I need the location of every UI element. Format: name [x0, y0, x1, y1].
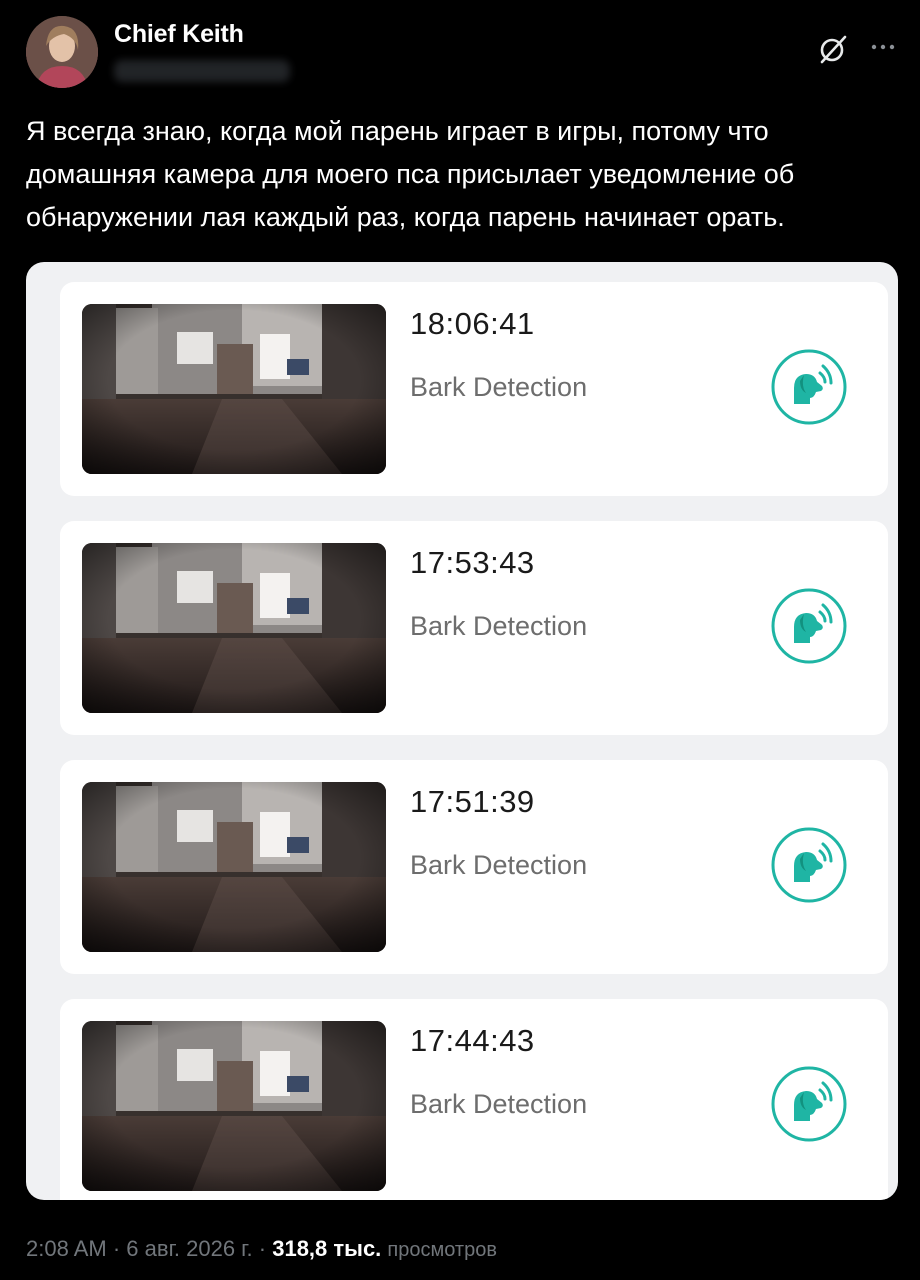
- author-name[interactable]: Chief Keith: [114, 20, 244, 49]
- separator: ·: [258, 1236, 267, 1261]
- dog-barking-icon[interactable]: [770, 826, 848, 904]
- event-label: Bark Detection: [410, 1089, 588, 1119]
- event-label: Bark Detection: [410, 372, 588, 402]
- dog-barking-icon[interactable]: [770, 1065, 848, 1143]
- camera-snapshot[interactable]: [82, 1021, 386, 1191]
- event-time: 17:51:39: [410, 784, 535, 819]
- bark-event-card[interactable]: 17:44:43 Bark Detection: [60, 999, 888, 1200]
- event-label: Bark Detection: [410, 850, 588, 880]
- event-label: Bark Detection: [410, 611, 588, 641]
- post-date[interactable]: 6 авг. 2026 г.: [126, 1236, 252, 1261]
- separator: ·: [112, 1236, 121, 1261]
- bark-event-card[interactable]: 17:51:39 Bark Detection: [60, 760, 888, 974]
- more-dots-icon[interactable]: [866, 35, 900, 59]
- event-time: 17:53:43: [410, 545, 535, 580]
- bark-event-card[interactable]: 18:06:41 Bark Detection: [60, 282, 888, 496]
- post-meta: 2:08 AM · 6 авг. 2026 г. · 318,8 тыс. пр…: [26, 1236, 497, 1262]
- camera-snapshot[interactable]: [82, 304, 386, 474]
- dog-barking-icon[interactable]: [770, 348, 848, 426]
- media-image[interactable]: 18:06:41 Bark Detection 17:53:43 Bark De…: [26, 262, 898, 1200]
- event-time: 18:06:41: [410, 306, 535, 341]
- views-label: просмотров: [387, 1239, 497, 1261]
- post-time[interactable]: 2:08 AM: [26, 1236, 107, 1261]
- avatar[interactable]: [26, 16, 98, 88]
- post-text: Я всегда знаю, когда мой парень играет в…: [26, 116, 795, 232]
- grok-slash-circle-icon[interactable]: [816, 32, 850, 66]
- author-handle-blurred: [114, 60, 290, 82]
- event-time: 17:44:43: [410, 1023, 535, 1058]
- views-count: 318,8 тыс.: [272, 1236, 382, 1261]
- dog-barking-icon[interactable]: [770, 587, 848, 665]
- bark-event-card[interactable]: 17:53:43 Bark Detection: [60, 521, 888, 735]
- camera-snapshot[interactable]: [82, 782, 386, 952]
- camera-snapshot[interactable]: [82, 543, 386, 713]
